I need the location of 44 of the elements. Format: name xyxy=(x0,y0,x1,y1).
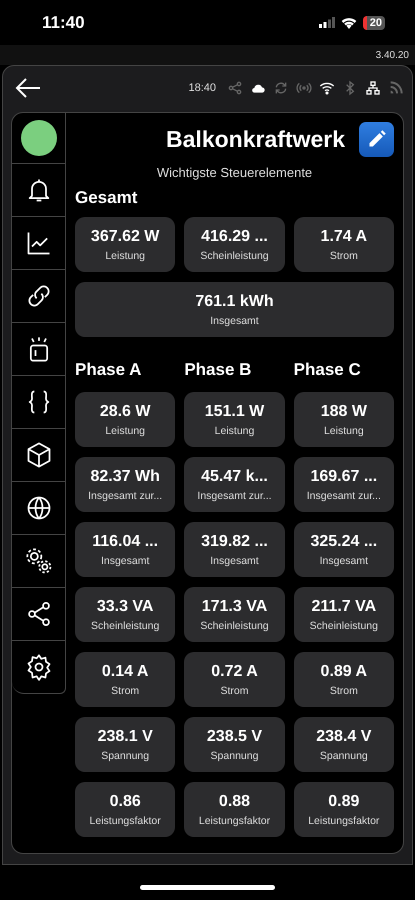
signal-icon xyxy=(318,17,335,28)
metric-tile[interactable]: 116.04 ... Insgesamt xyxy=(75,522,176,577)
settings-icon xyxy=(24,653,52,681)
wifi-icon xyxy=(340,16,357,28)
gears-icon xyxy=(24,547,52,575)
metric-tile[interactable]: 28.6 W Leistung xyxy=(75,392,176,447)
subtitle: Wichtigste Steuerelemente xyxy=(156,165,314,180)
metric-tile[interactable]: 33.3 VA Scheinleistung xyxy=(75,587,176,642)
phase-heading: Phase A xyxy=(75,358,142,380)
metric-tile[interactable]: 45.47 k... Insgesamt zur... xyxy=(184,457,285,512)
device-title: Balkonkraftwerk xyxy=(166,126,345,152)
metric-tile[interactable]: 151.1 W Leistung xyxy=(184,392,285,447)
back-button[interactable] xyxy=(15,77,41,99)
phase-heading: Phase C xyxy=(294,358,362,380)
metric-tile[interactable]: 367.62 W Leistung xyxy=(75,217,176,272)
metric-tile[interactable]: 0.88 Leistungsfaktor xyxy=(184,782,285,837)
metric-tile[interactable]: 238.4 V Spannung xyxy=(294,717,394,772)
battery-indicator: 20 xyxy=(362,16,385,30)
metric-tile[interactable]: 319.82 ... Insgesamt xyxy=(184,522,285,577)
edit-button[interactable] xyxy=(359,122,394,156)
metric-tile[interactable]: 1.74 A Strom xyxy=(294,217,394,272)
metric-tile[interactable]: 238.1 V Spannung xyxy=(75,717,176,772)
metric-tile[interactable]: 211.7 VA Scheinleistung xyxy=(294,587,394,642)
metric-tile[interactable]: 0.89 A Strom xyxy=(294,652,394,707)
phase-heading: Phase B xyxy=(184,358,252,380)
metric-tile[interactable]: 0.72 A Strom xyxy=(184,652,285,707)
metric-tile[interactable]: 82.37 Wh Insgesamt zur... xyxy=(75,457,176,512)
device-time: 18:40 xyxy=(188,82,216,94)
metric-tile[interactable]: 761.1 kWh Insgesamt xyxy=(75,282,394,337)
metric-tile[interactable]: 416.29 ... Scheinleistung xyxy=(184,217,285,272)
version-label: 3.40.20 xyxy=(376,50,409,60)
metric-tile[interactable]: 188 W Leistung xyxy=(294,392,394,447)
cube-icon xyxy=(24,441,52,469)
metric-tile[interactable]: 0.89 Leistungsfaktor xyxy=(294,782,394,837)
clock-time: 11:40 xyxy=(42,12,85,32)
section-heading: Gesamt xyxy=(75,188,138,208)
metric-tile[interactable]: 325.24 ... Insgesamt xyxy=(294,522,394,577)
pencil-icon xyxy=(366,129,386,149)
metric-tile[interactable]: 0.86 Leistungsfaktor xyxy=(75,782,176,837)
metric-tile[interactable]: 171.3 VA Scheinleistung xyxy=(184,587,285,642)
metric-tile[interactable]: 169.67 ... Insgesamt zur... xyxy=(294,457,394,512)
globe-icon xyxy=(24,494,52,522)
metric-tile[interactable]: 0.14 A Strom xyxy=(75,652,176,707)
metric-tile[interactable]: 238.5 V Spannung xyxy=(184,717,285,772)
